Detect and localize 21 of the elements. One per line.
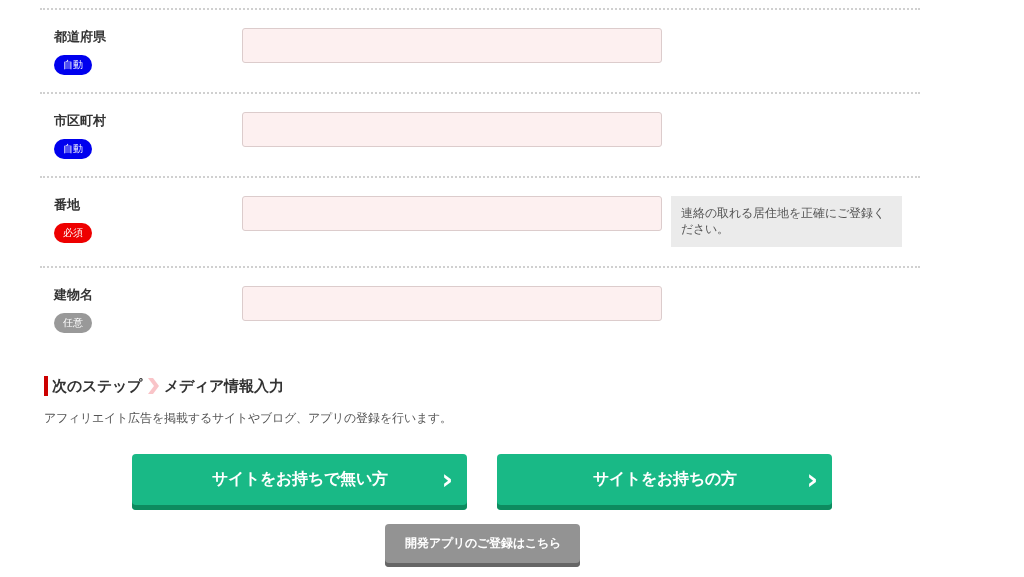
field-label: 都道府県 (54, 28, 106, 46)
field-badge: 自動 (54, 55, 92, 75)
field-badge: 任意 (54, 313, 92, 333)
site-choice-button[interactable]: サイトをお持ちの方 › (497, 454, 832, 510)
app-register-button[interactable]: 開発アプリのご登録はこちら (385, 524, 580, 567)
step-title: メディア情報入力 (164, 376, 284, 396)
site-choice-button[interactable]: サイトをお持ちで無い方 › (132, 454, 467, 510)
step-description: アフィリエイト広告を掲載するサイトやブログ、アプリの登録を行います。 (44, 410, 453, 427)
field-label: 市区町村 (54, 112, 106, 130)
chevron-icon (146, 377, 160, 395)
text-input-field[interactable] (242, 28, 662, 63)
field-badge: 自動 (54, 139, 92, 159)
text-input-field[interactable] (242, 196, 662, 231)
step-label: 次のステップ (52, 376, 142, 396)
field-label: 建物名 (54, 286, 93, 304)
text-input-field[interactable] (242, 112, 662, 147)
field-label: 番地 (54, 196, 80, 214)
heading-accent-bar (44, 376, 48, 396)
text-input-field[interactable] (242, 286, 662, 321)
field-note: 連絡の取れる居住地を正確にご登録ください。 (671, 196, 902, 247)
field-badge: 必須 (54, 223, 92, 243)
